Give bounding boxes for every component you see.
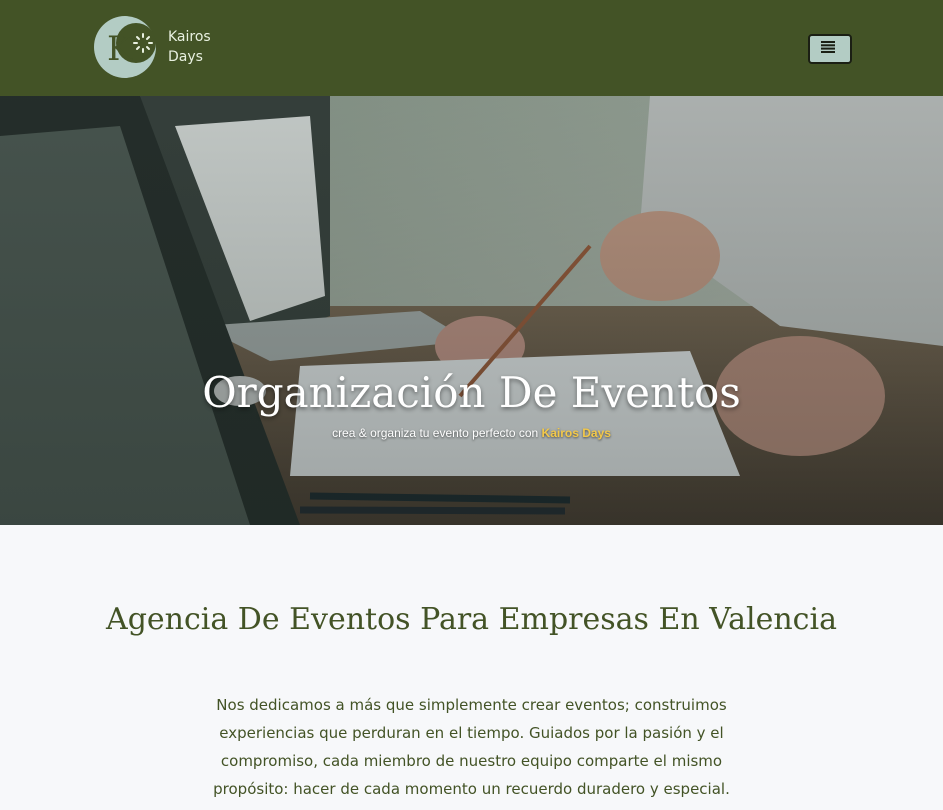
svg-text:K: K: [107, 29, 133, 69]
hero-background-image: [0, 96, 943, 525]
kairos-logo[interactable]: K: [94, 16, 156, 78]
brand-line2: Days: [168, 49, 203, 65]
brand-line1: Kairos: [168, 29, 211, 45]
site-header: K Kairos Days: [0, 0, 943, 96]
hero-subtitle-text: crea & organiza tu evento perfecto con: [332, 426, 539, 440]
hero-subtitle: crea & organiza tu evento perfecto con K…: [0, 425, 943, 441]
hero-title: Organización De Eventos: [202, 368, 741, 417]
brand-name[interactable]: Kairos Days: [168, 27, 211, 67]
menu-toggle-button[interactable]: [808, 34, 852, 64]
intro-section: Agencia De Eventos Para Empresas En Vale…: [0, 525, 943, 810]
intro-paragraph: Nos dedicamos a más que simplemente crea…: [213, 696, 730, 798]
hero-banner: Organización De Eventos crea & organiza …: [0, 96, 943, 525]
hamburger-menu-icon: [821, 41, 835, 53]
hero-subtitle-brand: Kairos Days: [541, 426, 611, 440]
section-heading: Agencia De Eventos Para Empresas En Vale…: [106, 602, 837, 637]
